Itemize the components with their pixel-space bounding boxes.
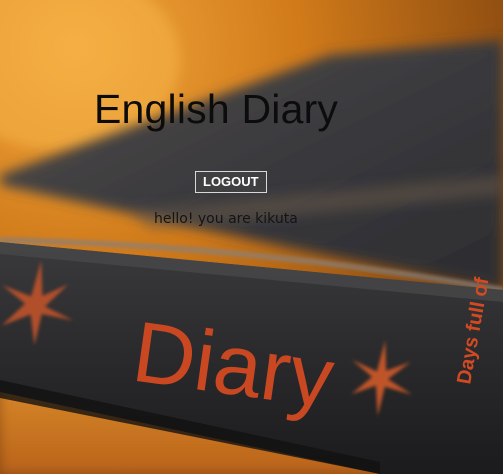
page-title: English Diary: [94, 86, 339, 132]
logout-button[interactable]: LOGOUT: [195, 171, 267, 193]
main-content: English Diary LOGOUT hello! you are kiku…: [0, 0, 503, 474]
greeting-text: hello! you are kikuta: [154, 211, 298, 227]
